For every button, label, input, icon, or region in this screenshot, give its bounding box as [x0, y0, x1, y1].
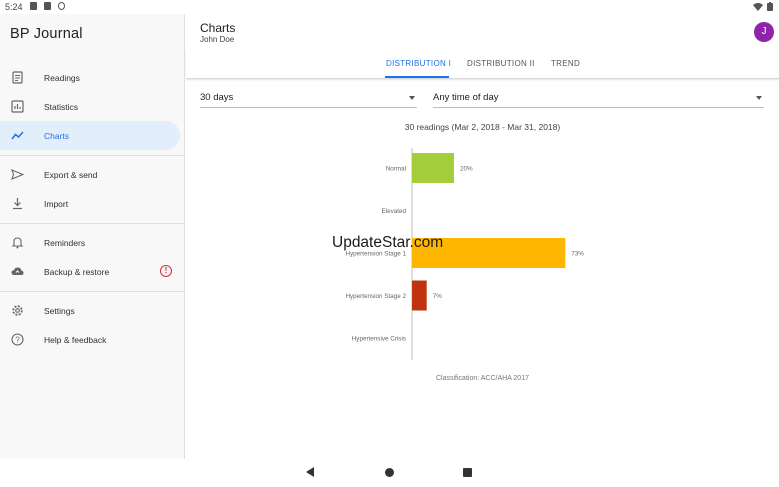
sidebar-item-label: Export & send — [44, 170, 98, 180]
chevron-down-icon — [409, 96, 415, 100]
status-bar: 5:24 — [0, 0, 779, 14]
sidebar-item-label: Reminders — [44, 238, 86, 248]
battery-icon — [767, 2, 773, 11]
sidebar-item-charts[interactable]: Charts — [0, 121, 180, 150]
gear-icon — [12, 305, 23, 316]
sidebar-item-reminders[interactable]: Reminders — [0, 228, 180, 257]
chart-caption: 30 readings (Mar 2, 2018 - Mar 31, 2018) — [404, 122, 561, 132]
tab-trend[interactable]: TREND — [551, 59, 580, 68]
period-value: 30 days — [200, 92, 234, 103]
svg-text:?: ? — [15, 335, 20, 344]
category-label: Hypertensive Crisis — [352, 336, 406, 343]
system-nav-bar — [0, 459, 779, 487]
chevron-down-icon — [756, 96, 762, 100]
recents-icon[interactable] — [463, 468, 472, 477]
back-icon[interactable] — [306, 467, 314, 477]
sidebar-item-backup[interactable]: Backup & restore ! — [0, 257, 180, 286]
sync-icon — [58, 2, 65, 10]
sidebar-item-import[interactable]: Import — [0, 189, 180, 218]
value-label: 20% — [460, 166, 473, 173]
sidebar-item-label: Statistics — [44, 102, 79, 112]
sidebar-item-readings[interactable]: Readings — [0, 63, 180, 92]
divider — [0, 155, 184, 156]
tab-distribution-2[interactable]: DISTRIBUTION II — [467, 59, 535, 68]
page-subtitle: John Doe — [200, 35, 235, 44]
statistics-icon — [11, 100, 24, 113]
navigation-drawer: BP Journal Readings Statistics Charts Ex… — [0, 14, 185, 459]
sidebar-item-label: Backup & restore — [44, 267, 110, 277]
sidebar-item-label: Charts — [44, 131, 70, 141]
wifi-icon — [753, 2, 763, 11]
sidebar-item-help[interactable]: ? Help & feedback — [0, 325, 180, 354]
page-title: Charts — [200, 21, 236, 35]
watermark: UpdateStar.com — [332, 234, 444, 251]
value-label: 73% — [571, 251, 584, 258]
tab-indicator — [385, 76, 449, 78]
sidebar-item-label: Import — [44, 199, 69, 209]
time-of-day-dropdown[interactable]: Any time of day — [433, 88, 764, 108]
divider — [0, 223, 184, 224]
time-of-day-value: Any time of day — [433, 92, 499, 103]
category-label: Hypertension Stage 2 — [345, 293, 406, 300]
distribution-chart: Normal 20%ElevatedHypertension Stage 1 73%… — [345, 148, 584, 360]
help-icon: ? — [11, 333, 24, 346]
divider — [0, 291, 184, 292]
category-label: Normal — [386, 166, 406, 173]
charts-icon — [11, 131, 24, 140]
sidebar-item-export[interactable]: Export & send — [0, 160, 180, 189]
bar — [412, 153, 454, 183]
bar — [412, 280, 427, 311]
category-label: Elevated — [381, 208, 406, 215]
send-icon — [11, 169, 24, 180]
tab-distribution-1[interactable]: DISTRIBUTION I — [386, 59, 451, 68]
sidebar-item-settings[interactable]: Settings — [0, 296, 180, 325]
cloud-upload-icon — [11, 267, 24, 275]
alert-icon: ! — [160, 265, 172, 277]
sidebar-item-label: Help & feedback — [44, 335, 107, 345]
notification-icon — [30, 2, 37, 10]
tab-bar: DISTRIBUTION I DISTRIBUTION II TREND — [186, 50, 779, 79]
classification-note: Classification: ACC/AHA 2017 — [436, 375, 529, 382]
sidebar-item-label: Readings — [44, 73, 80, 83]
sidebar-item-label: Settings — [44, 306, 75, 316]
bell-icon — [11, 237, 24, 249]
value-label: 7% — [433, 293, 443, 300]
app-title: BP Journal — [10, 26, 83, 42]
sidebar-item-statistics[interactable]: Statistics — [0, 92, 180, 121]
readings-icon — [12, 71, 23, 84]
avatar[interactable]: J — [754, 22, 774, 42]
status-time: 5:24 — [5, 2, 23, 12]
home-icon[interactable] — [385, 468, 394, 477]
storage-icon — [44, 2, 51, 10]
period-dropdown[interactable]: 30 days — [200, 88, 417, 108]
download-icon — [13, 198, 22, 210]
